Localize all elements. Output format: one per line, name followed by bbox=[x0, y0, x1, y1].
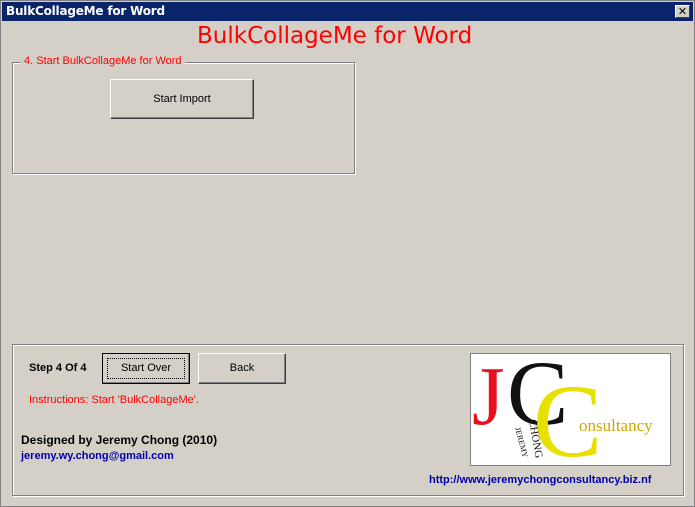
logo-letter-j: J bbox=[472, 354, 505, 443]
website-link[interactable]: http://www.jeremychongconsultancy.biz.nf bbox=[429, 474, 651, 486]
email-link[interactable]: jeremy.wy.chong@gmail.com bbox=[21, 450, 174, 462]
designed-by-text: Designed by Jeremy Chong (2010) bbox=[21, 433, 218, 447]
focus-rectangle bbox=[107, 358, 185, 379]
instructions-text: Instructions: Start 'BulkCollageMe'. bbox=[29, 394, 199, 406]
logo-consultancy-text: onsultancy bbox=[579, 416, 653, 435]
window-title: BulkCollageMe for Word bbox=[6, 4, 165, 18]
start-over-button[interactable]: Start Over bbox=[102, 353, 190, 384]
app-heading: BulkCollageMe for Word bbox=[197, 23, 473, 49]
step-indicator: Step 4 Of 4 bbox=[29, 362, 87, 374]
title-bar[interactable]: BulkCollageMe for Word ✕ bbox=[2, 2, 693, 21]
main-window: BulkCollageMe for Word ✕ BulkCollageMe f… bbox=[0, 0, 695, 507]
company-logo: J C C onsultancy JEREMY CHONG bbox=[470, 353, 671, 466]
start-import-group-label: 4. Start BulkCollageMe for Word bbox=[21, 55, 185, 67]
back-button[interactable]: Back bbox=[198, 353, 286, 384]
logo-graphic: J C C onsultancy JEREMY CHONG bbox=[472, 354, 653, 465]
start-import-button[interactable]: Start Import bbox=[110, 79, 254, 119]
close-icon: ✕ bbox=[677, 5, 688, 18]
close-button[interactable]: ✕ bbox=[675, 5, 690, 18]
